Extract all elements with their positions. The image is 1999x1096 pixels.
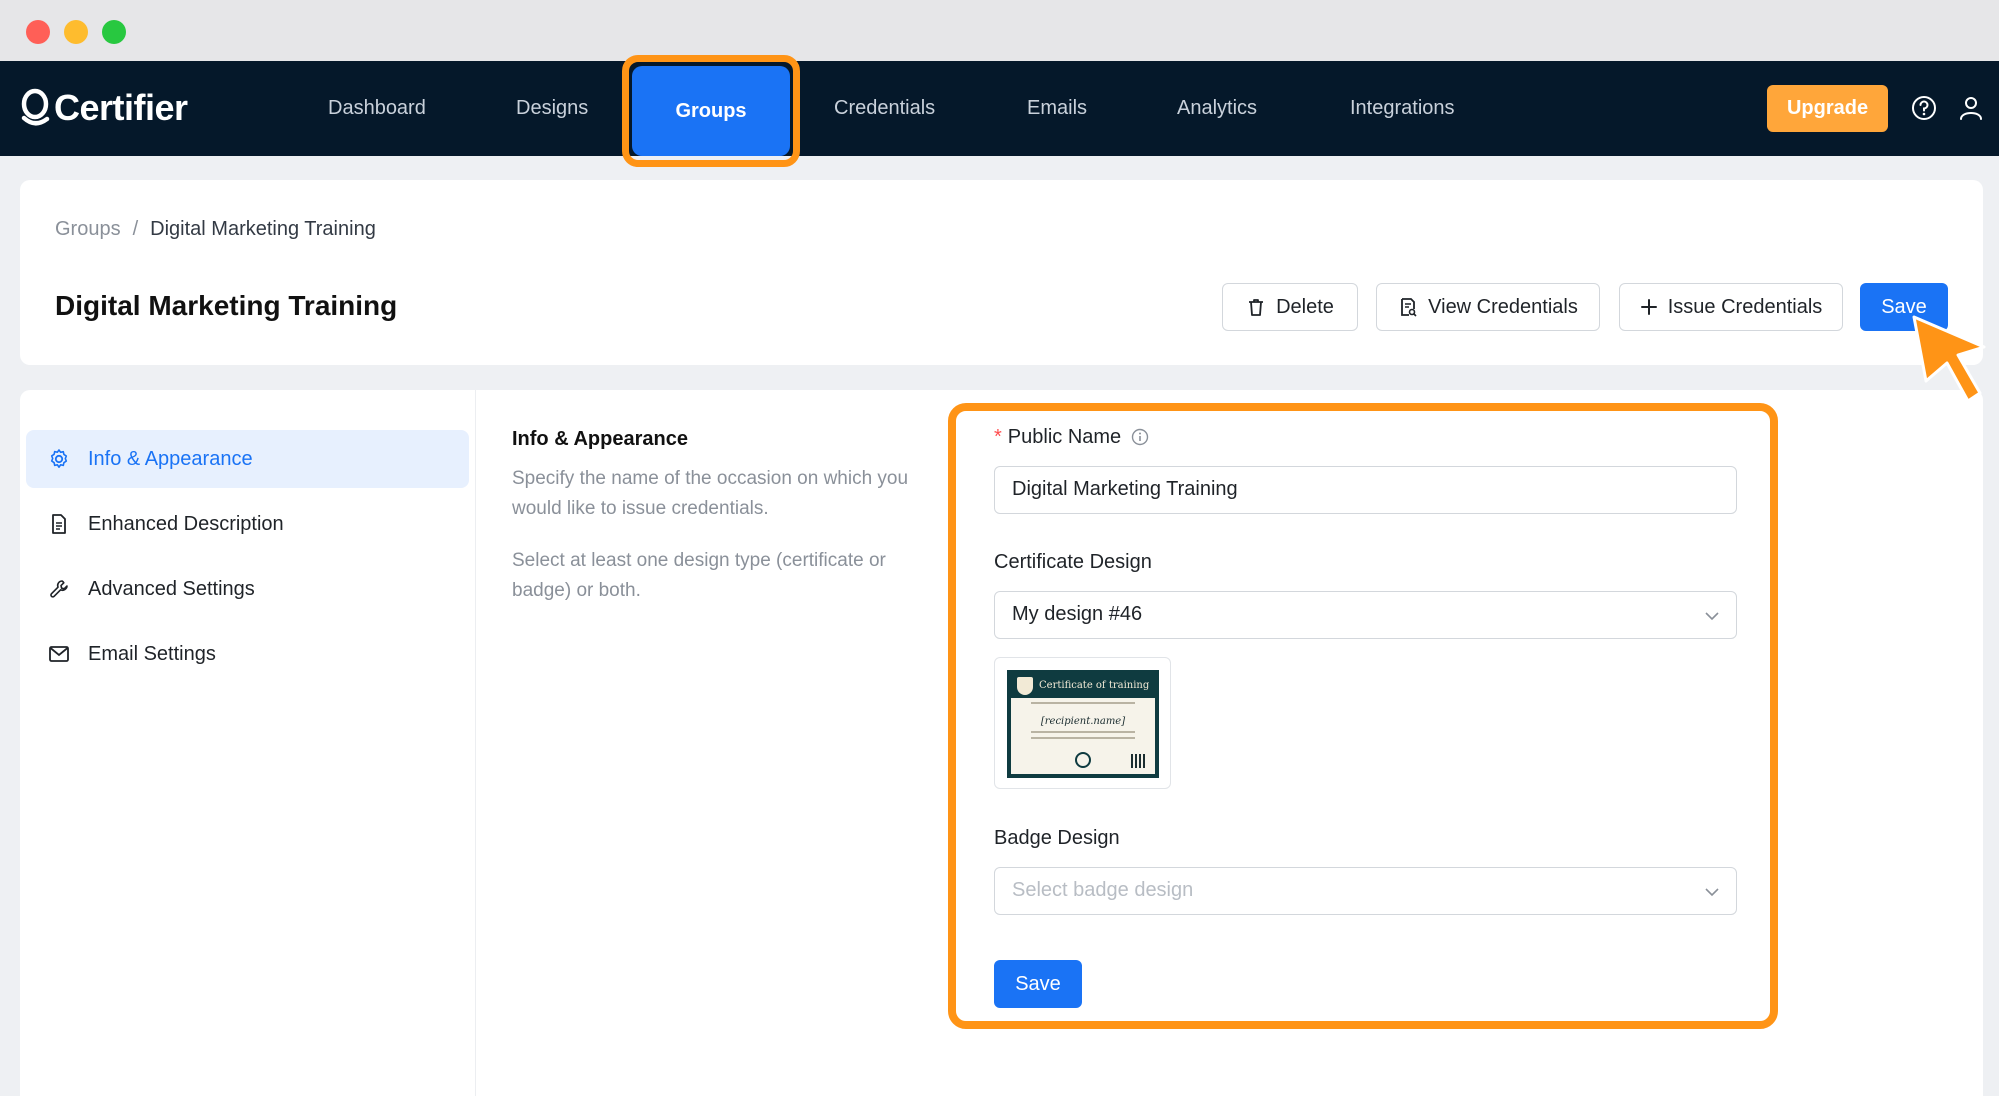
upgrade-button[interactable]: Upgrade [1767,85,1888,132]
mail-icon [49,646,69,662]
chevron-down-icon [1705,612,1719,621]
app-name: Certifier [54,87,188,128]
nav-analytics[interactable]: Analytics [1177,61,1257,156]
window-titlebar [0,0,1999,61]
certificate-preview-title: Certificate of training [1039,680,1150,691]
sidebar-item-label: Email Settings [88,642,216,665]
sidebar-item-advanced-settings[interactable]: Advanced Settings [26,560,469,618]
sidebar-divider [475,390,476,1096]
certificate-text-line [1031,702,1135,704]
nav-designs[interactable]: Designs [516,61,588,156]
sidebar-item-enhanced-description[interactable]: Enhanced Description [26,495,469,553]
sidebar-item-label: Enhanced Description [88,512,284,535]
nav-dashboard[interactable]: Dashboard [328,61,426,156]
breadcrumb-groups-link[interactable]: Groups [55,218,121,240]
trash-icon [1249,299,1264,316]
certificate-design-label: Certificate Design [994,551,1152,573]
view-document-icon [1401,298,1417,317]
minimize-window-icon[interactable] [64,20,88,44]
group-header-card: Groups / Digital Marketing Training Digita… [20,180,1983,365]
breadcrumb-current: Digital Marketing Training [150,218,376,240]
certificate-badge-icon [1075,752,1091,768]
gear-icon [50,449,68,468]
badge-design-label: Badge Design [994,827,1120,849]
certificate-preview-thumbnail[interactable]: Certificate of training [recipient.name] [994,657,1171,789]
help-circle-icon[interactable] [1911,95,1937,121]
sidebar-item-label: Advanced Settings [88,577,255,600]
public-name-input[interactable]: Digital Marketing Training [994,466,1737,514]
plus-icon [1640,299,1657,315]
view-credentials-label: View Credentials [1428,295,1578,318]
certificate-design-value: My design #46 [1012,603,1143,625]
document-icon [52,514,66,534]
section-description-designs: Select at least one design type (certifi… [512,550,886,601]
certificate-preview-header: Certificate of training [1011,674,1155,698]
public-name-label: * Public Name [994,426,1149,449]
sidebar-item-email-settings[interactable]: Email Settings [26,625,469,683]
top-navbar: Certifier [0,61,1999,156]
sidebar-item-info-appearance[interactable]: Info & Appearance [26,430,469,488]
qr-code-icon [1131,754,1145,768]
page-title: Digital Marketing Training [55,290,398,321]
certificate-text-line [1031,731,1135,733]
section-description: Specify the name of the occasion on whic… [512,468,909,519]
certificate-preview-image: Certificate of training [recipient.name] [1007,670,1159,778]
certificate-text-line [1031,737,1135,739]
settings-sidebar: Info & Appearance Enhanced Description A… [26,430,469,690]
breadcrumb-separator: / [132,218,139,240]
issue-credentials-button[interactable]: Issue Credentials [1619,283,1843,331]
certificate-seal-icon [1017,677,1033,695]
pointer-arrow-icon [1912,315,1986,403]
view-credentials-button[interactable]: View Credentials [1376,283,1600,331]
form-save-button[interactable]: Save [994,960,1082,1008]
certificate-preview-recipient: [recipient.name] [1040,716,1126,727]
section-title: Info & Appearance [512,428,688,450]
certifier-logo-icon [21,88,50,126]
user-icon[interactable] [1958,95,1984,121]
required-marker: * [994,426,1002,448]
nav-groups[interactable]: Groups [632,66,790,156]
breadcrumb: Groups / Digital Marketing Training [55,218,376,241]
nav-emails[interactable]: Emails [1027,61,1087,156]
delete-button[interactable]: Delete [1222,283,1358,331]
certificate-design-select[interactable]: My design #46 [994,591,1737,639]
badge-design-select[interactable]: Select badge design [994,867,1737,915]
close-window-icon[interactable] [26,20,50,44]
maximize-window-icon[interactable] [102,20,126,44]
info-icon[interactable] [1131,428,1149,446]
nav-credentials[interactable]: Credentials [834,61,935,156]
wrench-icon [50,580,68,598]
badge-design-placeholder: Select badge design [1012,879,1194,901]
chevron-down-icon [1705,888,1719,897]
nav-integrations[interactable]: Integrations [1350,61,1455,156]
app-logo[interactable]: Certifier [20,83,188,133]
delete-label: Delete [1276,295,1334,318]
sidebar-item-label: Info & Appearance [88,447,253,470]
issue-credentials-label: Issue Credentials [1667,295,1823,318]
